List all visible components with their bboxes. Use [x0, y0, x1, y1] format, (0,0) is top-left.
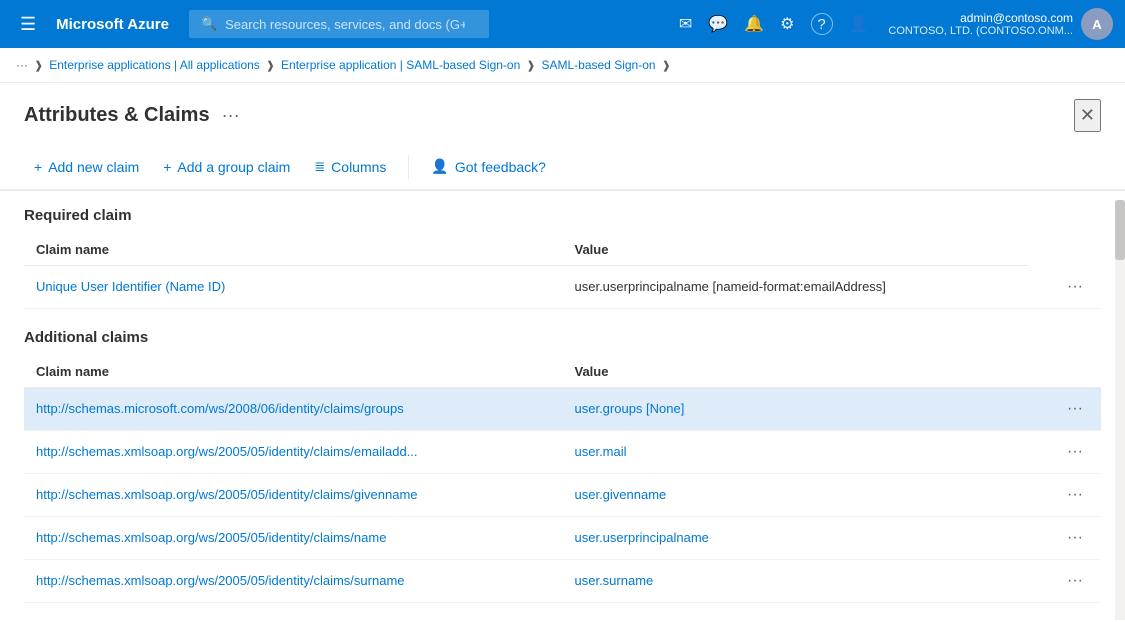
- required-claim-title: Required claim: [24, 207, 1101, 224]
- claim-name-link[interactable]: Unique User Identifier (Name ID): [36, 279, 225, 294]
- help-icon[interactable]: ?: [811, 13, 833, 35]
- required-claims-table: Claim name Value Unique User Identifier …: [24, 236, 1101, 309]
- table-row[interactable]: http://schemas.microsoft.com/ws/2008/06/…: [24, 387, 1101, 430]
- close-button[interactable]: ✕: [1074, 99, 1101, 132]
- breadcrumb-dots[interactable]: ···: [16, 58, 28, 72]
- avatar[interactable]: A: [1081, 8, 1113, 40]
- additional-col-value: Value: [563, 358, 1042, 388]
- page-title: Attributes & Claims: [24, 104, 210, 127]
- user-info[interactable]: admin@contoso.com CONTOSO, LTD. (CONTOSO…: [888, 8, 1113, 40]
- columns-icon: ≣: [314, 159, 325, 175]
- main-content: Required claim Claim name Value Unique U…: [0, 191, 1125, 619]
- required-col-claim-name: Claim name: [24, 236, 563, 266]
- scrollbar[interactable]: [1115, 200, 1125, 620]
- feedback-person-icon: 👤: [431, 158, 448, 175]
- columns-button[interactable]: ≣ Columns: [304, 153, 396, 181]
- add-group-claim-label: Add a group claim: [177, 159, 290, 175]
- search-bar-container: 🔍: [189, 10, 489, 38]
- breadcrumb-item-2[interactable]: Enterprise application | SAML-based Sign…: [281, 58, 520, 72]
- page-header: Attributes & Claims ··· ✕: [0, 83, 1125, 144]
- row-actions-button[interactable]: ···: [1061, 398, 1089, 420]
- additional-claims-header-row: Claim name Value: [24, 358, 1101, 388]
- add-new-claim-button[interactable]: + Add new claim: [24, 153, 149, 181]
- toolbar-divider: [408, 155, 409, 179]
- hamburger-menu[interactable]: ☰: [12, 10, 44, 39]
- page-options-dots[interactable]: ···: [222, 105, 240, 126]
- claim-value: user.givenname: [563, 473, 1042, 516]
- claim-value: user.surname: [563, 559, 1042, 602]
- feedback-label: Got feedback?: [455, 159, 546, 175]
- email-icon[interactable]: ✉: [679, 14, 692, 34]
- add-group-claim-button[interactable]: + Add a group claim: [153, 153, 300, 181]
- row-actions-button[interactable]: ···: [1061, 441, 1089, 463]
- claim-name-link[interactable]: http://schemas.microsoft.com/ws/2008/06/…: [36, 401, 404, 416]
- columns-label: Columns: [331, 159, 386, 175]
- claim-value: user.mail: [563, 430, 1042, 473]
- bell-icon[interactable]: 🔔: [744, 14, 764, 34]
- person-icon[interactable]: 👤: [849, 14, 869, 34]
- scrollbar-thumb[interactable]: [1115, 200, 1125, 260]
- user-email: admin@contoso.com: [888, 11, 1073, 25]
- add-new-claim-label: Add new claim: [48, 159, 139, 175]
- user-org: CONTOSO, LTD. (CONTOSO.ONM...: [888, 25, 1073, 37]
- search-icon: 🔍: [201, 16, 217, 32]
- table-row[interactable]: http://schemas.xmlsoap.org/ws/2005/05/id…: [24, 473, 1101, 516]
- table-row[interactable]: http://schemas.xmlsoap.org/ws/2005/05/id…: [24, 516, 1101, 559]
- plus-icon-2: +: [163, 159, 171, 175]
- top-navbar: ☰ Microsoft Azure 🔍 ✉ 💬 🔔 ⚙ ? 👤 admin@co…: [0, 0, 1125, 48]
- nav-icons: ✉ 💬 🔔 ⚙ ? 👤: [679, 13, 869, 35]
- search-input[interactable]: [225, 17, 465, 32]
- additional-claims-title: Additional claims: [24, 329, 1101, 346]
- breadcrumb-item-3[interactable]: SAML-based Sign-on: [541, 58, 655, 72]
- claim-value: user.userprincipalname [nameid-format:em…: [563, 266, 1029, 309]
- additional-col-claim-name: Claim name: [24, 358, 563, 388]
- breadcrumb-item-1[interactable]: Enterprise applications | All applicatio…: [49, 58, 260, 72]
- gear-icon[interactable]: ⚙: [780, 14, 794, 34]
- claim-name-link[interactable]: http://schemas.xmlsoap.org/ws/2005/05/id…: [36, 444, 418, 459]
- required-claim-section: Required claim Claim name Value Unique U…: [24, 207, 1101, 309]
- table-row[interactable]: http://schemas.xmlsoap.org/ws/2005/05/id…: [24, 430, 1101, 473]
- toolbar: + Add new claim + Add a group claim ≣ Co…: [0, 144, 1125, 191]
- additional-claims-table: Claim name Value http://schemas.microsof…: [24, 358, 1101, 603]
- claim-name-link[interactable]: http://schemas.xmlsoap.org/ws/2005/05/id…: [36, 487, 418, 502]
- breadcrumb: ··· ❱ Enterprise applications | All appl…: [0, 48, 1125, 83]
- row-actions-button[interactable]: ···: [1061, 527, 1089, 549]
- table-row[interactable]: Unique User Identifier (Name ID) user.us…: [24, 266, 1101, 309]
- required-claims-header-row: Claim name Value: [24, 236, 1101, 266]
- claim-value: user.userprincipalname: [563, 516, 1042, 559]
- table-row[interactable]: http://schemas.xmlsoap.org/ws/2005/05/id…: [24, 559, 1101, 602]
- row-actions-button[interactable]: ···: [1061, 276, 1089, 298]
- additional-claims-section: Additional claims Claim name Value http:…: [24, 329, 1101, 603]
- feedback-button[interactable]: 👤 Got feedback?: [421, 152, 556, 181]
- row-actions-button[interactable]: ···: [1061, 570, 1089, 592]
- brand-name: Microsoft Azure: [56, 16, 169, 33]
- required-col-value: Value: [563, 236, 1029, 266]
- claim-value: user.groups [None]: [563, 387, 1042, 430]
- claim-name-link[interactable]: http://schemas.xmlsoap.org/ws/2005/05/id…: [36, 573, 405, 588]
- plus-icon: +: [34, 159, 42, 175]
- claim-name-link[interactable]: http://schemas.xmlsoap.org/ws/2005/05/id…: [36, 530, 386, 545]
- feedback-icon[interactable]: 💬: [708, 14, 728, 34]
- row-actions-button[interactable]: ···: [1061, 484, 1089, 506]
